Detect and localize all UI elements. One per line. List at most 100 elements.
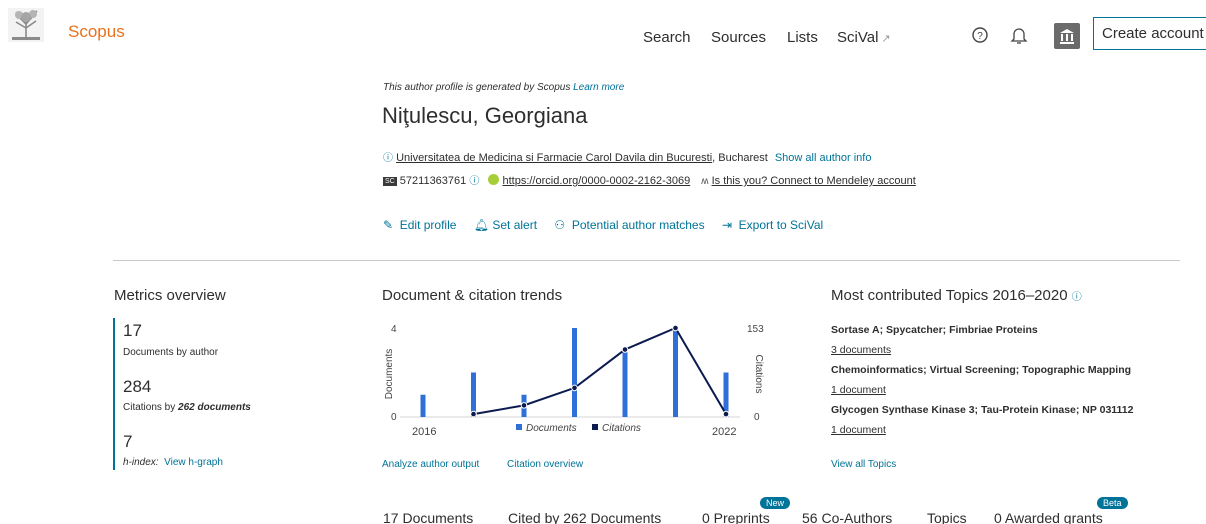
scopus-id-icon: SC bbox=[383, 177, 397, 186]
chart-x-tick-start: 2016 bbox=[412, 426, 436, 438]
chart-ylabel-citations: Citations bbox=[753, 355, 764, 394]
citations-point[interactable] bbox=[722, 410, 730, 418]
citations-count: 284 bbox=[123, 377, 152, 396]
topic-documents-link[interactable]: 3 documents bbox=[831, 344, 891, 356]
topics-title-text: Most contributed Topics 2016–2020 bbox=[831, 287, 1068, 304]
tab-documents[interactable]: 17 Documents bbox=[383, 510, 473, 524]
institution-icon bbox=[1060, 29, 1074, 44]
scopus-id-info-icon[interactable]: ⓘ bbox=[469, 176, 479, 187]
citations-point[interactable] bbox=[672, 324, 679, 332]
export-scival-label: Export to SciVal bbox=[738, 218, 824, 232]
topic-name[interactable]: Glycogen Synthase Kinase 3; Tau-Protein … bbox=[831, 404, 1133, 416]
documents-count: 17 bbox=[123, 321, 142, 340]
export-scival-action[interactable]: ⇥ Export to SciVal bbox=[722, 218, 823, 232]
citations-point[interactable] bbox=[520, 402, 528, 409]
chart-x-tick-end: 2022 bbox=[712, 426, 736, 438]
tab-cited-by[interactable]: Cited by 262 Documents bbox=[508, 510, 661, 524]
citations-label-text: Citations by bbox=[123, 402, 179, 413]
nav-scival-label: SciVal bbox=[837, 29, 879, 46]
documents-bar[interactable] bbox=[673, 328, 678, 417]
nav-lists[interactable]: Lists bbox=[787, 29, 818, 46]
set-alert-action[interactable]: 🔔︎ Set alert bbox=[474, 218, 537, 232]
identifiers-row: SC 57211363761 ⓘ https://orcid.org/0000-… bbox=[383, 172, 916, 187]
topic-documents-link[interactable]: 1 document bbox=[831, 424, 886, 436]
info-icon[interactable]: ⓘ bbox=[383, 153, 393, 164]
scopus-logo-text[interactable]: Scopus bbox=[68, 22, 125, 42]
citations-point[interactable] bbox=[470, 410, 477, 418]
legend-citations-swatch bbox=[592, 424, 598, 430]
chart-left-tick-min: 0 bbox=[391, 412, 397, 423]
documents-bar[interactable] bbox=[622, 350, 628, 417]
profile-disclaimer: This author profile is generated by Scop… bbox=[383, 82, 624, 93]
potential-matches-action[interactable]: ⚇ Potential author matches bbox=[554, 218, 704, 232]
citations-point[interactable] bbox=[621, 346, 629, 353]
edit-profile-action[interactable]: ✎ Edit profile bbox=[383, 218, 456, 232]
potential-matches-label: Potential author matches bbox=[571, 218, 705, 232]
analyze-author-output-link[interactable]: Analyze author output bbox=[382, 459, 479, 470]
mendeley-icon: ʍ bbox=[701, 176, 709, 187]
documents-label: Documents by author bbox=[123, 347, 219, 358]
create-account-button[interactable]: Create account bbox=[1093, 17, 1206, 50]
view-all-topics-link[interactable]: View all Topics bbox=[831, 459, 896, 470]
tab-awarded-grants[interactable]: 0 Awarded grants bbox=[994, 510, 1103, 524]
h-index-row: h-index: View h-graph bbox=[123, 457, 223, 468]
citations-point[interactable] bbox=[571, 384, 578, 392]
external-link-icon: ↗ bbox=[881, 33, 891, 45]
nav-scival[interactable]: SciVal ↗ bbox=[837, 29, 891, 46]
metrics-accent-bar bbox=[113, 318, 115, 470]
scopus-id: 57211363761 bbox=[399, 175, 467, 187]
topic-documents-link[interactable]: 1 document bbox=[831, 384, 886, 396]
legend-citations: Citations bbox=[602, 423, 641, 434]
chart-ylabel-documents: Documents bbox=[384, 349, 395, 400]
help-icon[interactable]: ? bbox=[969, 24, 991, 46]
view-h-graph-link[interactable]: View h-graph bbox=[164, 457, 223, 468]
tab-topics[interactable]: Topics bbox=[927, 510, 967, 524]
pencil-icon: ✎ bbox=[383, 218, 394, 232]
documents-bar[interactable] bbox=[572, 328, 577, 417]
citations-documents-count: 262 documents bbox=[178, 402, 251, 413]
nav-search[interactable]: Search bbox=[643, 29, 691, 46]
affiliation-row: ⓘ Universitatea de Medicina si Farmacie … bbox=[383, 149, 871, 164]
topics-info-icon[interactable]: ⓘ bbox=[1072, 292, 1082, 303]
beta-badge: Beta bbox=[1097, 497, 1128, 509]
institution-button[interactable] bbox=[1054, 23, 1080, 49]
chart-right-tick-min: 0 bbox=[754, 412, 760, 423]
tab-preprints[interactable]: 0 Preprints bbox=[702, 510, 770, 524]
new-badge: New bbox=[760, 497, 791, 509]
people-icon: ⚇ bbox=[554, 218, 566, 232]
chart-left-tick-max: 4 bbox=[391, 324, 397, 335]
affiliation-link[interactable]: Universitatea de Medicina si Farmacie Ca… bbox=[396, 152, 712, 164]
nav-sources[interactable]: Sources bbox=[711, 29, 766, 46]
h-index-label: h-index: bbox=[123, 457, 159, 468]
disclaimer-text: This author profile is generated by Scop… bbox=[383, 82, 571, 93]
bell-icon[interactable] bbox=[1008, 24, 1030, 46]
citations-label: Citations by 262 documents bbox=[123, 402, 251, 413]
affiliation-city: , Bucharest bbox=[712, 152, 768, 164]
orcid-link[interactable]: https://orcid.org/0000-0002-2162-3069 bbox=[502, 175, 690, 187]
export-icon: ⇥ bbox=[721, 218, 732, 232]
trends-title: Document & citation trends bbox=[382, 287, 563, 304]
topic-name[interactable]: Sortase A; Spycatcher; Fimbriae Proteins bbox=[831, 324, 1038, 336]
documents-bar[interactable] bbox=[471, 372, 476, 418]
svg-text:?: ? bbox=[977, 31, 983, 42]
legend-documents-swatch bbox=[516, 424, 522, 430]
legend-documents: Documents bbox=[526, 423, 577, 434]
bell-outline-icon: 🔔︎ bbox=[473, 218, 490, 232]
orcid-icon bbox=[488, 174, 500, 185]
chart-right-tick-max: 153 bbox=[747, 324, 764, 335]
h-index-value: 7 bbox=[123, 432, 133, 451]
citation-overview-link[interactable]: Citation overview bbox=[507, 459, 583, 470]
learn-more-link[interactable]: Learn more bbox=[573, 82, 624, 93]
topics-title: Most contributed Topics 2016–2020 ⓘ bbox=[831, 287, 1082, 304]
mendeley-connect-link[interactable]: Is this you? Connect to Mendeley account bbox=[712, 175, 916, 187]
document-citation-chart: Documents Citations 4 0 153 0 2016 2022 … bbox=[384, 324, 764, 438]
citations-line bbox=[473, 326, 727, 416]
elsevier-logo[interactable] bbox=[8, 8, 44, 42]
metrics-overview-title: Metrics overview bbox=[114, 287, 226, 304]
documents-bar[interactable] bbox=[420, 394, 426, 417]
topic-name[interactable]: Chemoinformatics; Virtual Screening; Top… bbox=[831, 364, 1131, 376]
section-divider bbox=[113, 260, 1180, 261]
tab-co-authors[interactable]: 56 Co-Authors bbox=[802, 510, 892, 524]
edit-profile-label: Edit profile bbox=[399, 218, 457, 232]
show-all-author-info-link[interactable]: Show all author info bbox=[775, 152, 872, 164]
